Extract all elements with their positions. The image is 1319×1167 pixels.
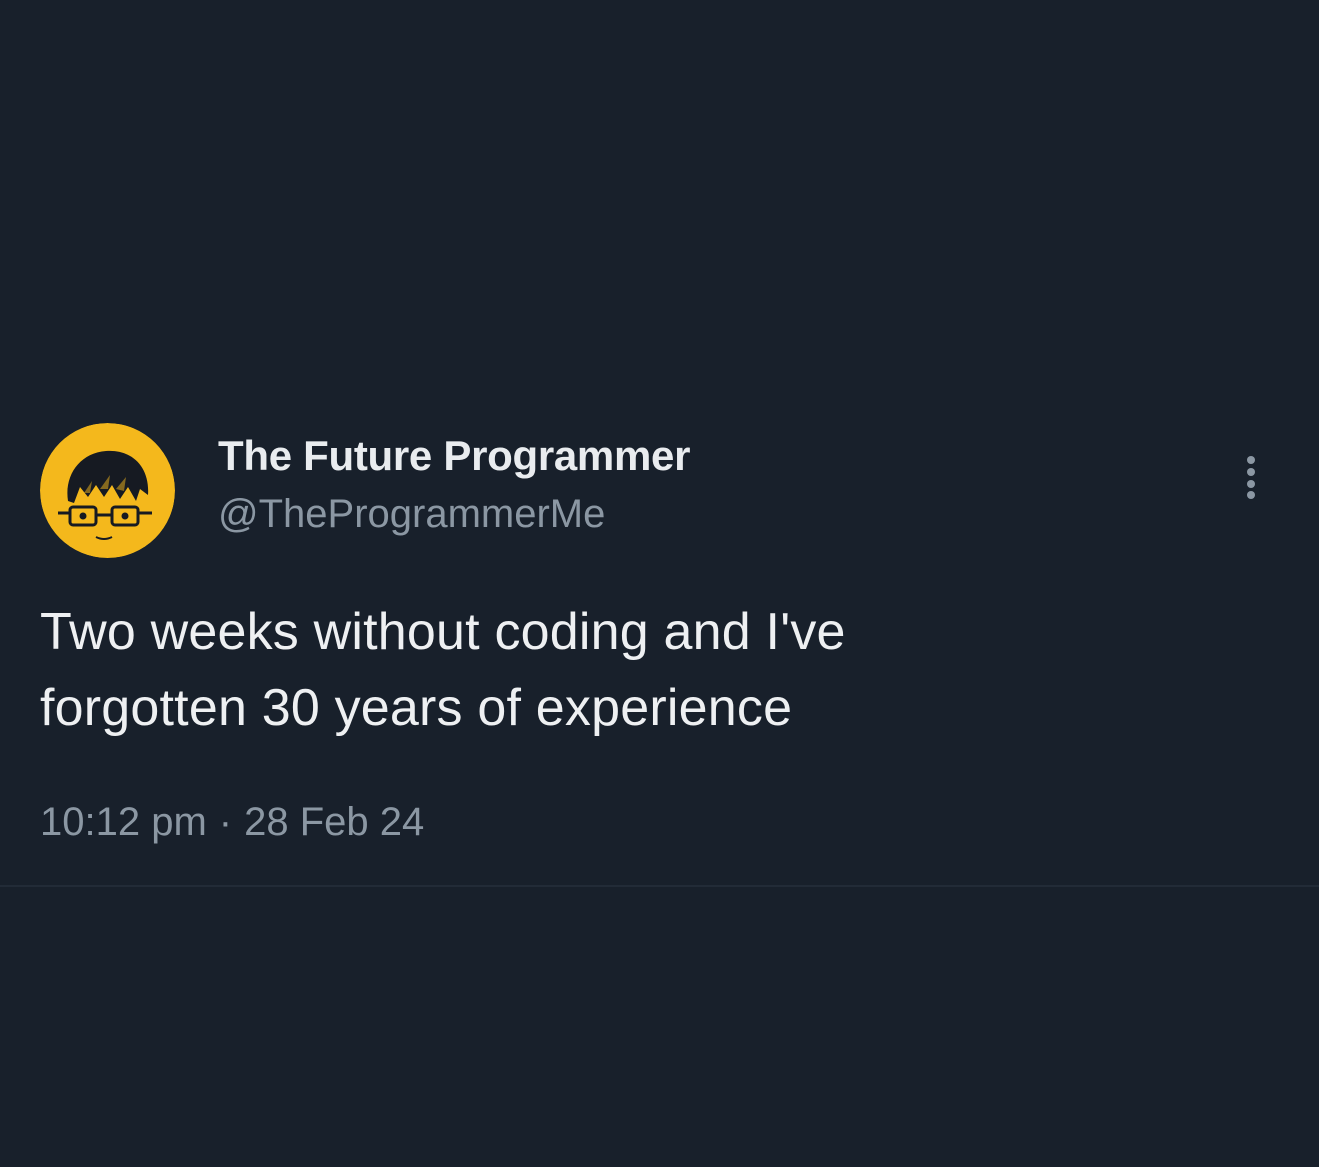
more-options-icon xyxy=(1247,456,1255,499)
tweet-text-line-1: Two weeks without coding and I've xyxy=(40,603,846,661)
display-name[interactable]: The Future Programmer xyxy=(218,432,690,480)
more-options-button[interactable] xyxy=(1232,452,1270,502)
tweet-time: 10:12 pm xyxy=(40,800,207,844)
tweet-card: The Future Programmer @TheProgrammerMe T… xyxy=(0,0,1319,1167)
tweet-text: Two weeks without coding and I've forgott… xyxy=(40,594,1140,746)
timestamp-separator: · xyxy=(218,800,233,844)
divider xyxy=(0,885,1319,887)
tweet-text-line-2: forgotten 30 years of experience xyxy=(40,679,793,737)
programmer-avatar-icon xyxy=(40,423,175,558)
user-handle[interactable]: @TheProgrammerMe xyxy=(218,492,605,537)
tweet-timestamp[interactable]: 10:12 pm · 28 Feb 24 xyxy=(40,800,424,845)
avatar[interactable] xyxy=(40,423,175,558)
tweet-date: 28 Feb 24 xyxy=(244,800,425,844)
